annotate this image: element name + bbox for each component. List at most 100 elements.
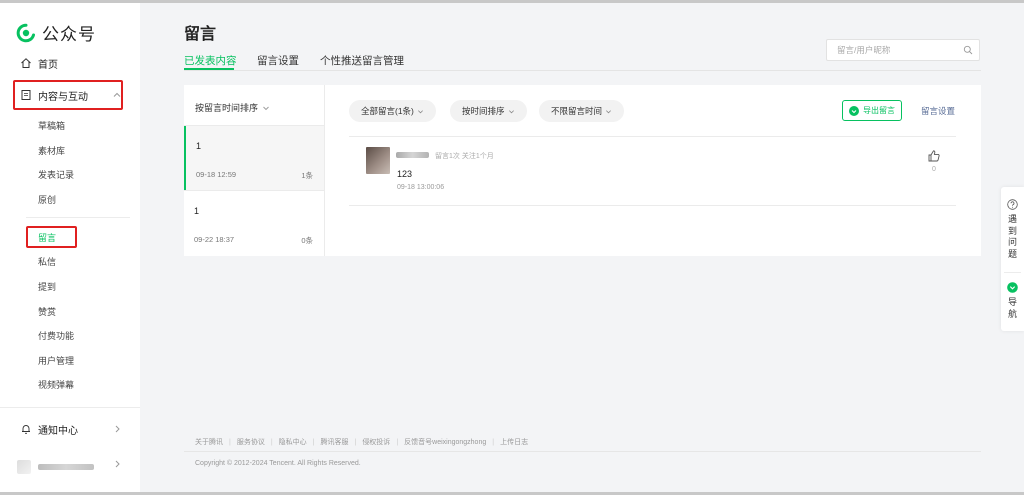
article-date: 09-22 18:37 [194,235,235,244]
commenter-meta: 留言1次 关注1个月 [435,153,494,160]
help-label-char: 遇 [1007,214,1017,224]
export-label: 导出留言 [863,106,895,115]
footer-link[interactable]: 侵权投诉 [362,437,390,447]
sidebar-item-label: 通知中心 [38,425,78,437]
footer-link[interactable]: 关于腾讯 [195,437,223,447]
comment-text: 123 [397,169,413,179]
sidebar-item-publish-records[interactable]: 发表记录 [38,168,74,181]
comment-divider [349,136,956,137]
sidebar-item-home[interactable]: 首页 [0,51,140,75]
help-label-char: 到 [1007,225,1017,236]
sort-label: 按留言时间排序 [195,103,259,113]
article-comment-count: 1条 [301,171,313,180]
footer-separator: | [396,438,399,446]
sidebar-item-mentions[interactable]: 提到 [38,280,56,293]
wechat-official-logo-icon [16,23,35,42]
list-item[interactable]: 1 09-18 12:59 1条 [184,126,324,190]
sort-dropdown[interactable]: 按留言时间排序 [195,101,270,114]
commenter-avatar [366,147,390,174]
footer-links: 关于腾讯 | 服务协议 | 隐私中心 | 腾讯客服 | 侵权投诉 | 反馈音号weixin… [195,437,528,447]
account-name-blurred [38,464,94,470]
filter-label: 不限留言时间 [551,106,603,116]
sidebar-item-drafts[interactable]: 草稿箱 [38,119,65,132]
filter-sort-by-time[interactable]: 按时间排序 [450,100,527,122]
sidebar-item-label: 首页 [38,59,58,71]
question-icon [1007,199,1018,210]
footer-separator: | [312,438,315,446]
window-top-border [0,0,1024,3]
commenter-name-blurred [396,152,429,158]
chevron-right-icon[interactable] [112,459,122,469]
tab-comment-settings[interactable]: 留言设置 [257,53,299,68]
help-label-char: 问 [1007,237,1017,247]
footer-link[interactable]: 反馈音号weixingongzhong [404,437,486,447]
footer-link[interactable]: 隐私中心 [279,437,307,447]
footer-divider [184,451,981,452]
logo-text: 公众号 [42,25,96,44]
highlight-box [13,80,123,110]
sidebar-item-notifications[interactable]: 通知中心 [0,417,140,441]
bell-icon [22,425,30,434]
guide-icon [1007,282,1018,293]
sidebar-item-messages[interactable]: 私信 [38,255,56,268]
export-comments-button[interactable]: 导出留言 [842,100,902,121]
home-icon [21,58,31,68]
thumbs-up-icon[interactable] [927,149,941,163]
guide-label-char: 航 [1007,308,1017,319]
like-count: 0 [932,166,936,173]
guide-label-char: 导 [1007,297,1017,307]
guide-button[interactable]: 导 航 [1001,282,1024,320]
footer-separator: | [270,438,273,446]
search-box[interactable] [826,39,980,61]
search-icon[interactable] [963,45,973,55]
tab-published-content[interactable]: 已发表内容 [184,53,237,68]
filter-time-range[interactable]: 不限留言时间 [539,100,625,122]
chevron-down-icon [417,109,423,113]
panel-divider [1004,272,1021,273]
sidebar-item-rewards[interactable]: 赞赏 [38,305,56,318]
comment-divider [349,205,956,206]
sidebar: 公众号 首页 内容与互动 草稿箱 素材库 发表记录 原创 留言 私信 提到 赞赏… [0,3,140,492]
filter-all-comments[interactable]: 全部留言(1条) [349,100,436,122]
footer-separator: | [229,438,231,446]
help-label-char: 题 [1007,248,1017,259]
logo[interactable]: 公众号 [16,20,96,45]
sidebar-divider [0,407,140,408]
chevron-down-icon [508,109,514,113]
comment-time: 09-18 13:00:06 [397,184,445,191]
tab-personalized-push-comments[interactable]: 个性推送留言管理 [320,53,404,68]
search-input[interactable] [827,40,957,60]
comments-card: 按留言时间排序 1 09-18 12:59 1条 1 09-22 18:37 0… [184,85,981,256]
comment-settings-link[interactable]: 留言设置 [921,105,955,117]
filter-label: 按时间排序 [462,106,505,116]
sidebar-item-video-danmaku[interactable]: 视频弹幕 [38,378,74,391]
sidebar-item-materials[interactable]: 素材库 [38,144,65,157]
highlight-box [26,226,77,248]
footer-link[interactable]: 服务协议 [237,437,265,447]
page-title: 留言 [184,26,217,43]
chevron-right-icon [115,425,120,433]
footer-separator: | [354,438,357,446]
header-divider [184,70,981,71]
chevron-down-icon [263,106,269,110]
sidebar-item-paid-features[interactable]: 付费功能 [38,329,74,342]
sidebar-item-user-management[interactable]: 用户管理 [38,354,74,367]
article-title: 1 [196,141,202,151]
sidebar-divider [26,217,130,218]
chevron-down-icon [606,109,611,113]
account-avatar[interactable] [17,460,31,474]
footer-link[interactable]: 上传日志 [500,437,528,447]
article-date: 09-18 12:59 [196,170,237,179]
article-comment-count: 0条 [301,236,313,245]
floating-help-panel: 遇 到 问 题 导 航 [1001,187,1024,331]
footer-link[interactable]: 腾讯客服 [320,437,348,447]
list-item[interactable]: 1 09-22 18:37 0条 [184,191,324,255]
article-title: 1 [194,206,200,216]
copyright-text: Copyright © 2012-2024 Tencent. All Right… [195,460,361,467]
help-button[interactable]: 遇 到 问 题 [1001,199,1024,260]
download-icon [849,105,859,116]
sidebar-item-original[interactable]: 原创 [38,193,56,206]
article-list: 按留言时间排序 1 09-18 12:59 1条 1 09-22 18:37 0… [184,85,325,256]
footer-separator: | [492,438,495,446]
filter-label: 全部留言(1条) [361,106,414,116]
